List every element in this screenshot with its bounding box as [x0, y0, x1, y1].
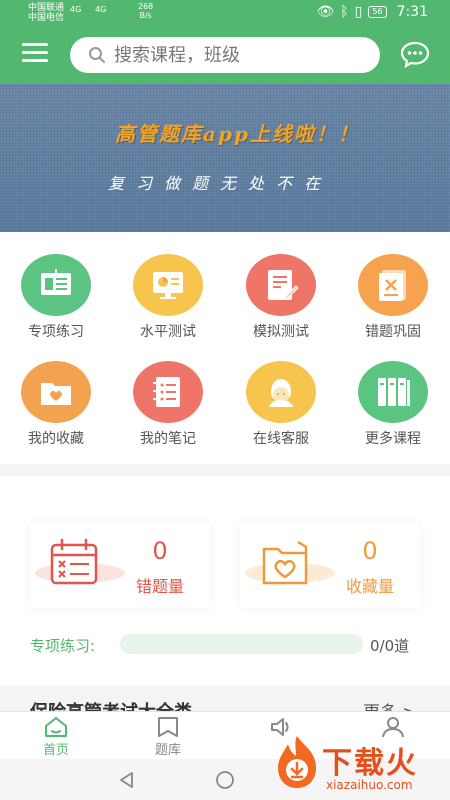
status-bar: 中国联通 中国电信 4G 4G 268 B/s 👁 ᛒ ▯ 56 7:31: [0, 0, 450, 26]
progress-bar: [120, 634, 363, 654]
network-speed: 268 B/s: [138, 2, 153, 20]
eye-icon: 👁: [316, 4, 335, 20]
stats-card: 0 错题量 0 收藏量 专项练习: 0/0道: [0, 476, 450, 686]
clock: 7:31: [396, 4, 428, 20]
grid-label: 错题巩固: [365, 324, 421, 340]
status-right: 👁 ᛒ ▯ 56 7:31: [316, 4, 428, 20]
banner-title: 高管题库app上线啦！！: [115, 122, 360, 146]
grid-item-more-courses[interactable]: 更多课程: [337, 339, 449, 447]
grid-item-special-practice[interactable]: 专项练习: [0, 232, 112, 340]
vibrate-icon: ▯: [354, 4, 363, 20]
tab-label: 首页: [42, 743, 69, 758]
grid-item-wrong-review[interactable]: 错题巩固: [337, 232, 449, 340]
favorite-count-card[interactable]: 0 收藏量: [240, 523, 420, 608]
bluetooth-icon: ᛒ: [340, 4, 349, 20]
app-header: [0, 26, 450, 84]
promo-banner[interactable]: 高管题库app上线啦！！ 复习做题无处不在: [0, 84, 450, 232]
home-icon: [45, 717, 67, 737]
books-icon: [358, 361, 428, 423]
battery-indicator: 56: [368, 6, 387, 18]
wrong-count-value: 0: [152, 537, 168, 565]
speed-value: 268: [138, 2, 154, 11]
grid-label: 在线客服: [253, 431, 309, 447]
grid-item-online-service[interactable]: 在线客服: [225, 339, 337, 447]
speed-unit: B/s: [139, 11, 152, 20]
network-type-1: 4G: [70, 5, 82, 14]
progress-label: 专项练习:: [30, 637, 96, 655]
tab-label: 题库: [154, 743, 181, 758]
customer-service-icon: [246, 361, 316, 423]
grid-item-my-favorites[interactable]: 我的收藏: [0, 339, 112, 447]
network-type-2: 4G: [95, 5, 107, 14]
back-icon[interactable]: [118, 771, 136, 789]
grid-label: 水平测试: [140, 324, 196, 340]
menu-icon[interactable]: [22, 43, 48, 65]
grid-label: 我的笔记: [140, 431, 196, 447]
document-edit-icon: [246, 254, 316, 316]
grid-item-level-test[interactable]: 水平测试: [112, 232, 224, 340]
watermark-domain: xiazaihuo.com: [326, 778, 413, 792]
wrong-count-card[interactable]: 0 错题量: [30, 523, 210, 608]
progress-count: 0/0道: [370, 637, 410, 655]
function-grid: 专项练习 水平测试 模拟测试 错题巩固 我的收藏 我的笔记 在线客服 更多课程: [0, 232, 450, 464]
watermark-logo: 下载火 xiazaihuo.com: [268, 732, 450, 800]
calendar-wrong-icon: [50, 538, 98, 585]
favorite-count-label: 收藏量: [345, 577, 394, 596]
grid-item-mock-test[interactable]: 模拟测试: [225, 232, 337, 340]
carrier-1: 中国联通: [28, 3, 65, 13]
search-icon: [89, 47, 105, 63]
watermark-text: 下载火: [322, 746, 418, 781]
wrong-count-label: 错题量: [135, 577, 184, 596]
carrier-2: 中国电信: [28, 13, 65, 23]
tab-home[interactable]: 首页: [0, 712, 112, 760]
banner-subtitle: 复习做题无处不在: [108, 174, 333, 193]
folder-heart-icon: [21, 361, 91, 423]
monitor-chart-icon: [133, 254, 203, 316]
carrier-info: 中国联通 中国电信: [28, 3, 64, 23]
question-bank-icon: [158, 717, 178, 737]
message-icon[interactable]: [400, 40, 430, 68]
flame-logo-icon: [278, 736, 316, 788]
favorite-count-value: 0: [362, 537, 378, 565]
tab-question-bank[interactable]: 题库: [112, 712, 224, 760]
wrong-paper-icon: [358, 254, 428, 316]
search-bar[interactable]: [70, 37, 380, 73]
board-icon: [21, 254, 91, 316]
grid-label: 模拟测试: [253, 324, 309, 340]
grid-label: 专项练习: [28, 324, 84, 340]
grid-item-my-notes[interactable]: 我的笔记: [112, 339, 224, 447]
grid-label: 我的收藏: [28, 431, 84, 447]
search-input[interactable]: [114, 37, 369, 73]
folder-heart-icon: [262, 540, 308, 585]
home-circle-icon[interactable]: [215, 771, 235, 789]
notebook-icon: [133, 361, 203, 423]
grid-label: 更多课程: [365, 431, 421, 447]
